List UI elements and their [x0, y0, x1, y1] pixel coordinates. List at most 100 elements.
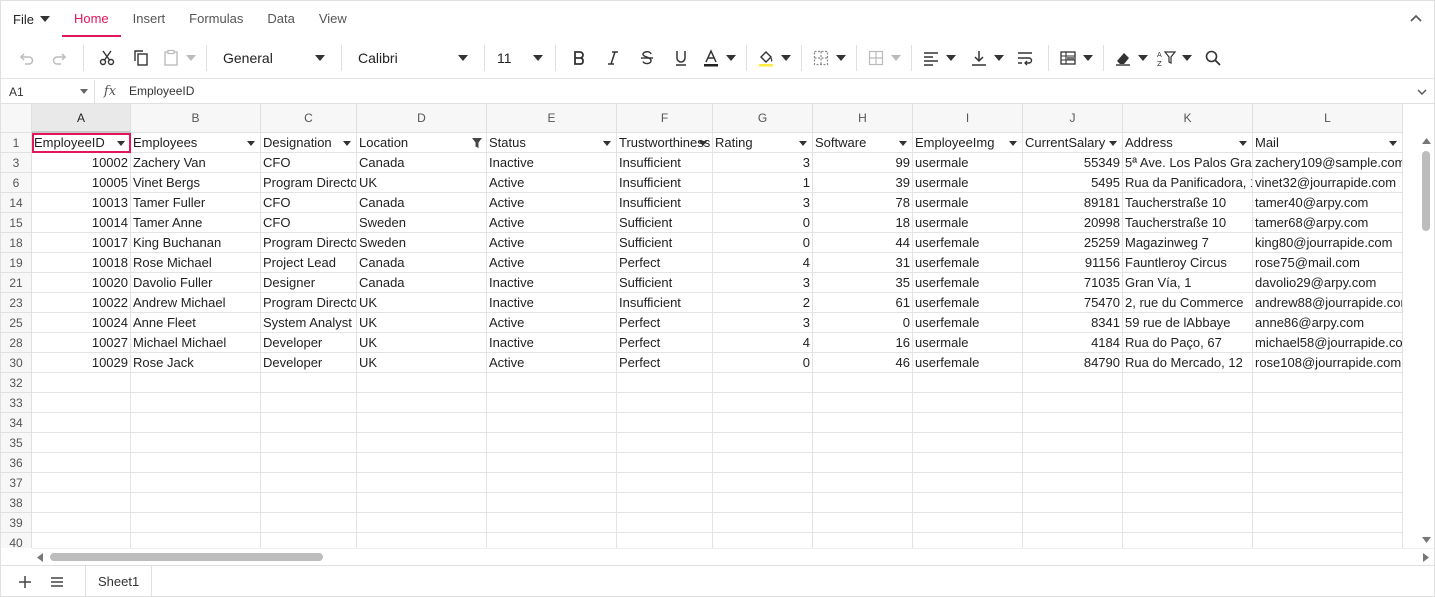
number-format-dropdown[interactable]: General — [213, 42, 335, 74]
cell[interactable]: Perfect — [617, 253, 713, 273]
row-header[interactable]: 1 — [1, 133, 32, 153]
cell[interactable]: Sufficient — [617, 273, 713, 293]
cell[interactable]: Anne Fleet — [131, 313, 261, 333]
sheet-tab-sheet1[interactable]: Sheet1 — [85, 565, 153, 596]
tab-formulas[interactable]: Formulas — [177, 1, 255, 37]
cell[interactable]: 10022 — [32, 293, 131, 313]
cell[interactable]: Canada — [357, 273, 487, 293]
row-header[interactable]: 34 — [1, 413, 32, 433]
wrap-text-button[interactable] — [1008, 42, 1042, 74]
cell[interactable]: UK — [357, 313, 487, 333]
cell[interactable] — [32, 493, 131, 513]
sheet-list-button[interactable] — [41, 566, 73, 597]
cell[interactable]: 44 — [813, 233, 913, 253]
bold-button[interactable] — [562, 42, 596, 74]
cell[interactable] — [617, 413, 713, 433]
cell[interactable] — [617, 493, 713, 513]
cell[interactable]: 84790 — [1023, 353, 1123, 373]
header-cell[interactable]: Address — [1123, 133, 1253, 153]
cell[interactable]: UK — [357, 333, 487, 353]
filter-applied-icon[interactable] — [471, 137, 483, 149]
cell[interactable]: Insufficient — [617, 293, 713, 313]
cell[interactable] — [1123, 533, 1253, 548]
cell[interactable]: davolio29@arpy.com — [1253, 273, 1403, 293]
cell[interactable] — [32, 433, 131, 453]
cell[interactable]: 10029 — [32, 353, 131, 373]
cell[interactable]: Perfect — [617, 353, 713, 373]
row-header[interactable]: 3 — [1, 153, 32, 173]
scroll-left-icon[interactable] — [36, 553, 44, 562]
cell[interactable] — [131, 513, 261, 533]
strikethrough-button[interactable] — [630, 42, 664, 74]
paste-button[interactable] — [158, 42, 200, 74]
cell[interactable]: Canada — [357, 253, 487, 273]
filter-dropdown-icon[interactable] — [1387, 137, 1399, 149]
row-header[interactable]: 28 — [1, 333, 32, 353]
cell[interactable] — [813, 373, 913, 393]
underline-button[interactable] — [664, 42, 698, 74]
cell[interactable]: Rua da Panificadora, 12 — [1123, 173, 1253, 193]
cell[interactable]: userfemale — [913, 253, 1023, 273]
header-cell[interactable]: CurrentSalary — [1023, 133, 1123, 153]
scroll-right-icon[interactable] — [1422, 553, 1430, 562]
filter-dropdown-icon[interactable] — [245, 137, 257, 149]
cell[interactable] — [713, 373, 813, 393]
cell[interactable]: Canada — [357, 153, 487, 173]
undo-button[interactable] — [9, 42, 43, 74]
cell[interactable]: Inactive — [487, 153, 617, 173]
cell[interactable]: Sufficient — [617, 213, 713, 233]
cell[interactable] — [261, 433, 357, 453]
cell[interactable]: Designer — [261, 273, 357, 293]
cell[interactable]: rose75@mail.com — [1253, 253, 1403, 273]
scroll-down-icon[interactable] — [1422, 536, 1431, 544]
cell[interactable] — [261, 513, 357, 533]
cell[interactable]: Tamer Fuller — [131, 193, 261, 213]
filter-dropdown-icon[interactable] — [1237, 137, 1249, 149]
cell[interactable] — [1123, 433, 1253, 453]
cell[interactable] — [32, 373, 131, 393]
add-sheet-button[interactable] — [9, 566, 41, 597]
filter-dropdown-icon[interactable] — [1007, 137, 1019, 149]
cell[interactable] — [913, 393, 1023, 413]
cell[interactable] — [131, 493, 261, 513]
cell[interactable]: 99 — [813, 153, 913, 173]
tab-data[interactable]: Data — [255, 1, 306, 37]
cell[interactable]: usermale — [913, 173, 1023, 193]
cell[interactable]: Tamer Anne — [131, 213, 261, 233]
tab-home[interactable]: Home — [61, 1, 121, 37]
column-header-d[interactable]: D — [357, 104, 487, 133]
cell[interactable]: Developer — [261, 333, 357, 353]
cell[interactable] — [357, 473, 487, 493]
vertical-scrollbar[interactable] — [1419, 133, 1434, 548]
cell[interactable]: 4 — [713, 253, 813, 273]
cell[interactable] — [1123, 473, 1253, 493]
cell[interactable]: Perfect — [617, 333, 713, 353]
cell[interactable]: 5ª Ave. Los Palos Grandes — [1123, 153, 1253, 173]
header-cell[interactable]: Employees — [131, 133, 261, 153]
column-header-e[interactable]: E — [487, 104, 617, 133]
cell[interactable]: 59 rue de lAbbaye — [1123, 313, 1253, 333]
cell[interactable] — [617, 373, 713, 393]
row-header[interactable]: 39 — [1, 513, 32, 533]
cell[interactable]: 10013 — [32, 193, 131, 213]
cell[interactable] — [1023, 433, 1123, 453]
cell[interactable]: Active — [487, 193, 617, 213]
cell[interactable] — [1253, 453, 1403, 473]
cell[interactable] — [357, 393, 487, 413]
cell[interactable]: Active — [487, 173, 617, 193]
cell[interactable]: System Analyst — [261, 313, 357, 333]
cell[interactable] — [487, 373, 617, 393]
font-color-button[interactable] — [698, 42, 740, 74]
cell[interactable]: Taucherstraße 10 — [1123, 213, 1253, 233]
cell[interactable] — [261, 373, 357, 393]
column-header-j[interactable]: J — [1023, 104, 1123, 133]
cell[interactable]: 39 — [813, 173, 913, 193]
cell[interactable] — [32, 393, 131, 413]
cell[interactable] — [1253, 413, 1403, 433]
merge-cells-button[interactable] — [863, 42, 905, 74]
cell[interactable] — [1023, 513, 1123, 533]
cell[interactable]: 10020 — [32, 273, 131, 293]
cell[interactable] — [617, 453, 713, 473]
filter-dropdown-icon[interactable] — [697, 137, 709, 149]
cell[interactable]: 10024 — [32, 313, 131, 333]
